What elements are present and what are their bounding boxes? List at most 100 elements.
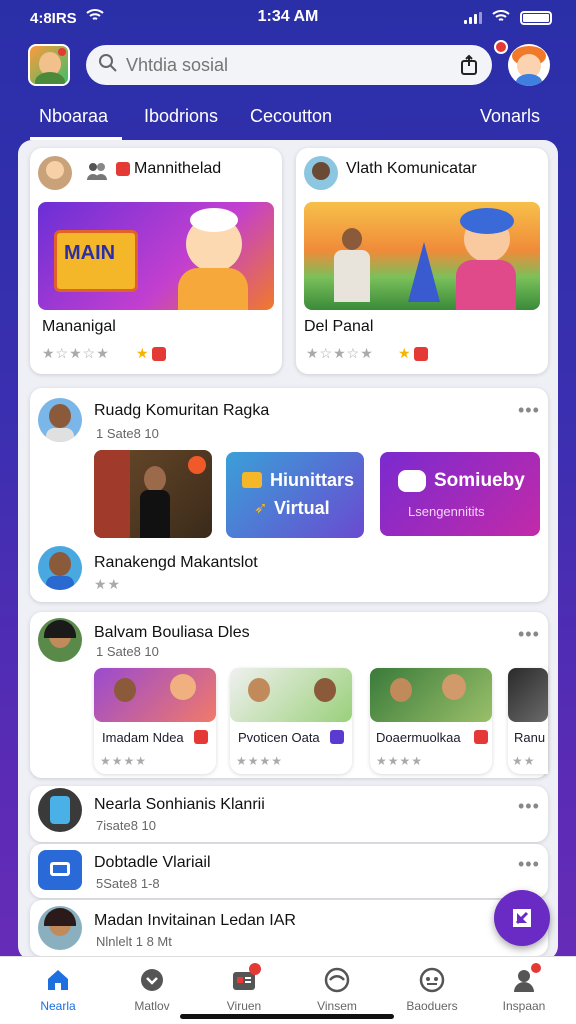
post-title: Balvam Bouliasa Dles (94, 624, 250, 641)
explore-icon (139, 967, 165, 993)
nav-home[interactable]: Nearla (18, 965, 98, 1013)
list-title: Madan Invitainan Ledan IAR (94, 912, 296, 929)
nav-label: Matlov (134, 999, 170, 1013)
tab-home[interactable]: Nboaraa (30, 106, 123, 140)
star-icon: ★ (136, 345, 149, 361)
tile-title: Hiunittars (270, 470, 355, 490)
tile-title: Somiueby (434, 470, 525, 491)
group-icon (86, 160, 108, 187)
battery-icon (520, 11, 552, 25)
rating-stars: ★★★★ (236, 754, 284, 768)
list-title: Dobtadle Vlariail (94, 854, 211, 871)
badge-icon (116, 162, 130, 176)
nav-label: Nearla (40, 999, 76, 1013)
nav-label: Vinsem (317, 999, 357, 1013)
list-item[interactable]: Nearla Sonhianis Klanrii 7isate8 10 ••• (30, 786, 548, 842)
tile-community[interactable]: Somiueby Lsengennitits (380, 452, 540, 536)
badge-icon (474, 730, 488, 744)
tile-virtual[interactable]: Hiunittars ➶ Virtual (226, 452, 364, 538)
media-thumbnail (94, 668, 216, 722)
search-bar[interactable] (86, 45, 492, 85)
media-thumbnail (230, 668, 352, 722)
post-meta: 1 Sate8 10 (96, 644, 159, 659)
badge-icon (194, 730, 208, 744)
rating-stars: ★★ (512, 754, 536, 768)
card-header: Vlath Komunicatar (346, 160, 477, 177)
tile-icon (242, 472, 262, 488)
avatar (38, 156, 72, 190)
tab-discover[interactable]: Ibodrions (144, 106, 218, 127)
card-title: Mananigal (42, 318, 116, 335)
media-title: Imadam Ndea (102, 730, 184, 745)
tile-subtitle: Lsengennitits (408, 504, 485, 519)
post-footer: Ranakengd Makantslot (94, 554, 258, 571)
chat-icon (398, 470, 426, 492)
avatar (38, 906, 82, 950)
media-title: Ranu (514, 730, 546, 745)
profile-icon (511, 963, 541, 993)
more-options-icon[interactable]: ••• (518, 854, 540, 875)
avatar (38, 546, 82, 590)
media-item[interactable]: Pvoticen Oata ★★★★ (230, 668, 352, 774)
search-input[interactable] (126, 54, 426, 76)
nav-explore[interactable]: Matlov (112, 965, 192, 1013)
card-image (304, 202, 540, 310)
featured-card-1[interactable]: Mannithelad MAIN Mananigal ★☆★☆★ ★ (30, 148, 282, 374)
media-item[interactable]: Imadam Ndea ★★★★ (94, 668, 216, 774)
rating-stars: ★★ (94, 576, 122, 592)
groups-icon (419, 967, 445, 993)
user-avatar[interactable] (508, 44, 550, 86)
media-thumbnail (370, 668, 492, 722)
post-meta: 1 Sate8 10 (96, 426, 159, 441)
avatar (38, 788, 82, 832)
nav-label: Viruen (226, 999, 262, 1013)
nav-video[interactable]: Viruen (204, 963, 284, 1013)
card-title: Del Panal (304, 318, 374, 335)
rating-stars: ★★★★ (100, 754, 148, 768)
arrow-icon: ➶ (254, 500, 268, 517)
compose-button[interactable] (494, 890, 550, 946)
video-thumbnail[interactable] (94, 450, 212, 538)
media-title: Doaermuolkaa (376, 730, 461, 745)
nav-profile[interactable]: Inspaan (484, 963, 564, 1013)
list-meta: 7isate8 10 (96, 818, 156, 833)
home-indicator (180, 1014, 394, 1019)
badge-icon (152, 347, 166, 361)
avatar (304, 156, 338, 190)
rating-stars: ★☆★☆★ (42, 345, 110, 361)
nav-label: Inspaan (502, 999, 546, 1013)
community-post[interactable]: Ruadg Komuritan Ragka 1 Sate8 10 ••• Hiu… (30, 388, 548, 602)
nav-view[interactable]: Vinsem (297, 965, 377, 1013)
nav-label: Baoduers (406, 999, 458, 1013)
rating-stars: ★☆★☆★ (306, 345, 374, 361)
tab-education[interactable]: Cecoutton (250, 106, 332, 127)
card-image: MAIN (38, 202, 274, 310)
post-title: Ruadg Komuritan Ragka (94, 402, 270, 419)
avatar (38, 398, 82, 442)
card-header: Mannithelad (134, 160, 222, 177)
featured-card-2[interactable]: Vlath Komunicatar Del Panal ★☆★☆★ ★ (296, 148, 548, 374)
more-options-icon[interactable]: ••• (518, 400, 540, 421)
compose-icon (510, 906, 534, 935)
tile-subtitle: Virtual (274, 498, 330, 518)
media-item[interactable]: Doaermuolkaa ★★★★ (370, 668, 492, 774)
signal-icon (464, 12, 482, 24)
notification-badge (494, 40, 508, 54)
share-icon[interactable] (458, 54, 480, 81)
more-options-icon[interactable]: ••• (518, 796, 540, 817)
tab-more[interactable]: Vonarls (480, 106, 540, 127)
featured-post[interactable]: Balvam Bouliasa Dles 1 Sate8 10 ••• Imad… (30, 612, 548, 778)
more-options-icon[interactable]: ••• (518, 624, 540, 645)
media-item[interactable]: Ranu ★★ (508, 668, 548, 774)
list-item[interactable]: Dobtadle Vlariail 5Sate8 1-8 ••• (30, 844, 548, 898)
nav-groups[interactable]: Baoduers (392, 965, 472, 1013)
wifi-icon (492, 9, 510, 27)
avatar (38, 618, 82, 662)
list-meta: 5Sate8 1-8 (96, 876, 160, 891)
list-item[interactable]: Madan Invitainan Ledan IAR Nlnlelt 1 8 M… (30, 900, 548, 956)
home-icon (45, 967, 71, 993)
tab-bar: Nboaraa Ibodrions Cecoutton Vonarls (0, 100, 576, 140)
profile-avatar[interactable] (28, 44, 70, 86)
app-icon (38, 850, 82, 890)
list-meta: Nlnlelt 1 8 Mt (96, 934, 172, 949)
